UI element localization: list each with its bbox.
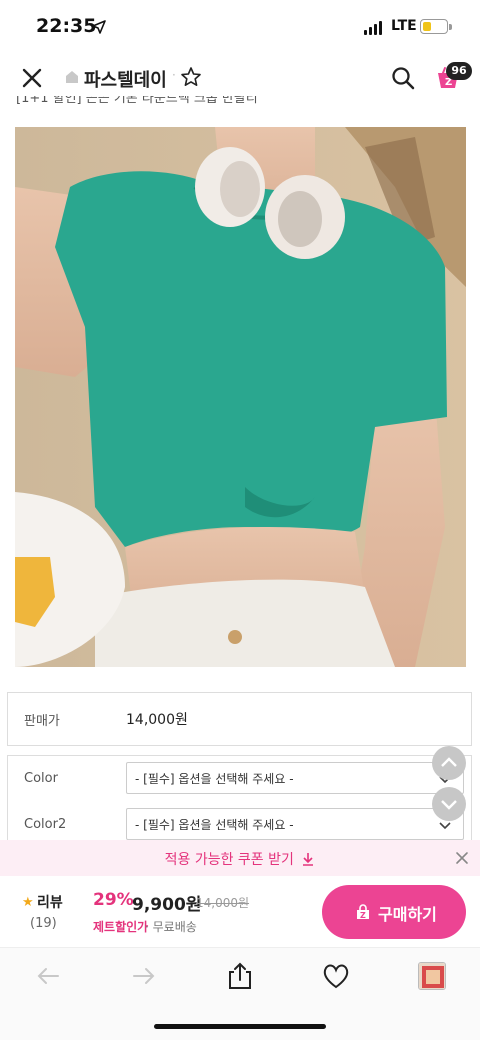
original-price: 14,000원 (196, 896, 250, 910)
signal-icon (364, 21, 384, 35)
option-select-color-text: - [필수] 옵션을 선택해 주세요 - (135, 772, 294, 786)
review-count[interactable]: (19) (30, 916, 57, 931)
star-icon[interactable] (180, 66, 202, 88)
option-label-color: Color (24, 771, 58, 786)
battery-tip (449, 24, 452, 30)
review-star-icon: ★ (22, 895, 34, 910)
scroll-down-button[interactable] (432, 787, 466, 821)
sale-price: 9,900원 (132, 895, 202, 915)
status-time: 22:35 (36, 15, 97, 37)
options-box: Color - [필수] 옵션을 선택해 주세요 - Color2 - [필수]… (7, 755, 472, 851)
option-select-color2-text: - [필수] 옵션을 선택해 주세요 - (135, 818, 294, 832)
status-bar: 22:35 LTE (0, 0, 480, 56)
network-label: LTE (391, 18, 417, 34)
scroll-up-button[interactable] (432, 746, 466, 780)
price-value: 14,000원 (126, 712, 188, 728)
option-select-color2[interactable]: - [필수] 옵션을 선택해 주세요 - (126, 808, 464, 840)
shipping-label: · 무료배송 (145, 920, 197, 934)
forward-arrow-icon[interactable] (129, 961, 159, 991)
back-arrow-icon[interactable] (33, 961, 63, 991)
product-image[interactable] (15, 127, 466, 667)
search-icon[interactable] (390, 65, 416, 91)
option-label-color2: Color2 (24, 817, 67, 832)
app-header: 파스텔데이 · Z 96 (0, 56, 480, 100)
shop-icon (66, 71, 78, 83)
browser-toolbar (0, 948, 480, 1040)
coupon-bar[interactable]: 적용 가능한 쿠폰 받기 (0, 840, 480, 876)
zet-discount-label: 제트할인가 (93, 920, 149, 934)
coupon-text[interactable]: 적용 가능한 쿠폰 받기 (0, 849, 480, 869)
discount-rate: 29% (93, 890, 134, 910)
header-separator: · (172, 68, 176, 82)
location-arrow-icon (92, 20, 106, 34)
cart-count-badge: 96 (446, 62, 472, 80)
svg-text:Z: Z (360, 911, 366, 920)
heart-icon[interactable] (321, 961, 351, 991)
shop-name[interactable]: 파스텔데이 (84, 66, 167, 92)
product-title-fragment: [1+1 할인] 쓴쓴 기본 라운드넥 크롭 반팔티 (16, 96, 258, 106)
option-select-color[interactable]: - [필수] 옵션을 선택해 주세요 - (126, 762, 464, 794)
buy-button-label: 구매하기 (378, 905, 437, 924)
chevron-up-icon (441, 757, 457, 767)
close-icon[interactable] (18, 64, 46, 92)
buy-button[interactable]: Z 구매하기 (322, 885, 466, 939)
close-icon[interactable] (452, 848, 472, 868)
purchase-bar: ★ 리뷰 (19) 29% 9,900원 14,000원 제트할인가 · 무료배… (0, 876, 480, 948)
price-row: 판매가 14,000원 (7, 692, 472, 746)
battery-icon (420, 19, 448, 34)
download-arrow-icon (303, 853, 314, 866)
price-label: 판매가 (24, 714, 60, 729)
chevron-down-icon (441, 800, 457, 810)
review-label[interactable]: 리뷰 (37, 892, 63, 912)
share-icon[interactable] (225, 961, 255, 991)
coupon-text-label: 적용 가능한 쿠폰 받기 (164, 852, 294, 868)
bag-icon: Z (357, 904, 369, 920)
home-indicator (154, 1024, 326, 1029)
tab-thumbnail[interactable] (418, 962, 446, 990)
